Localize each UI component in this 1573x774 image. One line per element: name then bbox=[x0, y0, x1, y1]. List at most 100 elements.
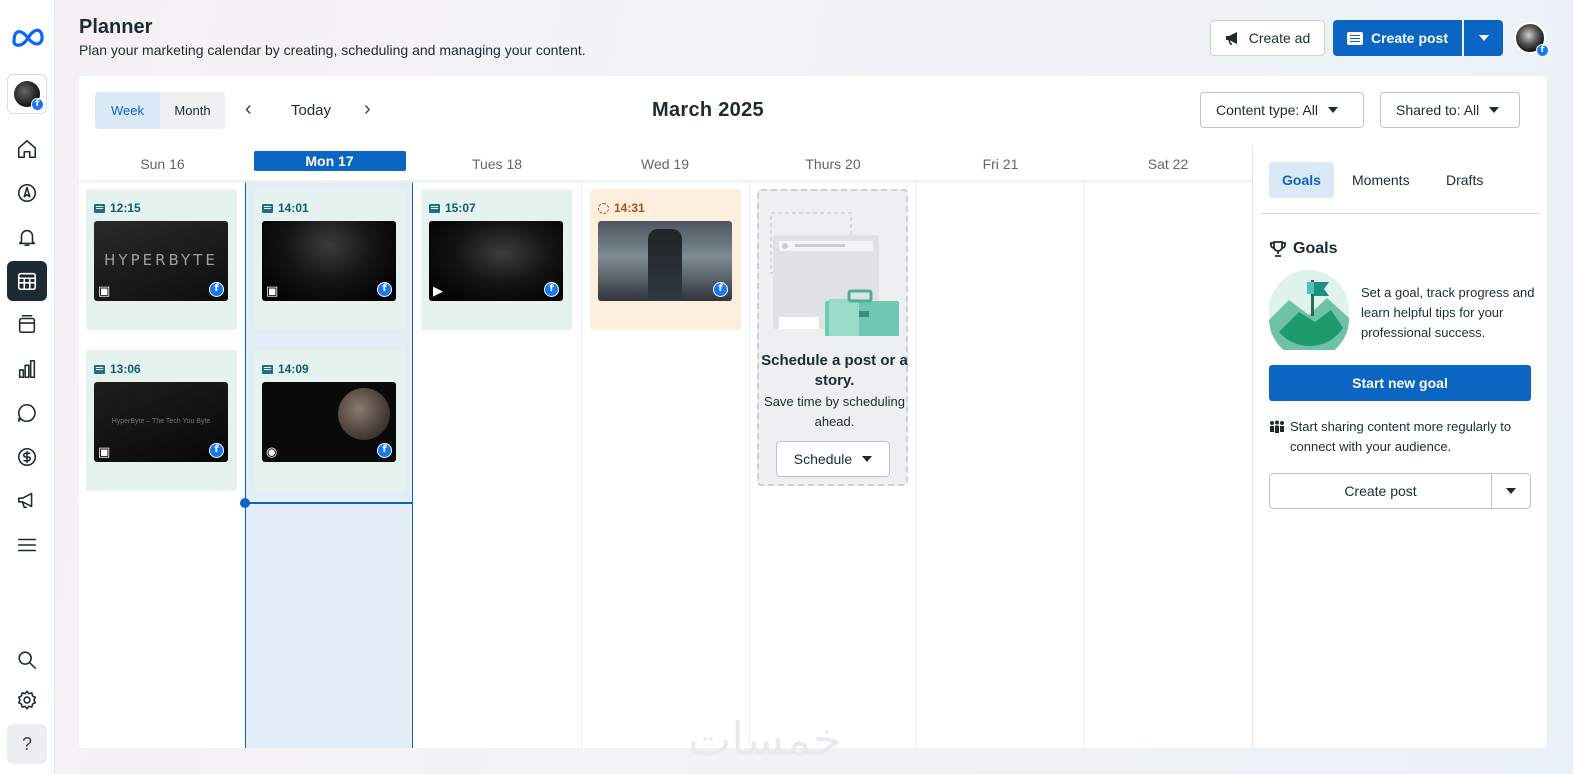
post-time: 12:15 bbox=[110, 201, 141, 215]
watermark-logo: خمسات bbox=[688, 712, 842, 766]
schedule-prompt-card: Schedule a post or a story. Save time by… bbox=[757, 189, 908, 486]
facebook-icon: f bbox=[377, 282, 392, 297]
month-view-button[interactable]: Month bbox=[160, 92, 225, 129]
left-navigation-rail: f ? bbox=[0, 0, 55, 774]
figure-silhouette bbox=[648, 229, 682, 301]
monetization-icon[interactable] bbox=[7, 437, 47, 477]
create-post-dropdown[interactable] bbox=[1464, 20, 1503, 56]
schedule-illustration bbox=[770, 212, 899, 336]
create-post-button[interactable]: Create post bbox=[1333, 20, 1462, 56]
schedule-prompt-text: Save time by scheduling ahead. bbox=[764, 394, 905, 429]
chevron-down-icon bbox=[1506, 488, 1516, 494]
post-time: 15:07 bbox=[445, 201, 476, 215]
facebook-icon: f bbox=[31, 98, 44, 111]
scheduled-post-card[interactable]: 13:06 HyperByte – The Tech You Byte ▣ f bbox=[86, 350, 237, 491]
day-header: Sat 22 bbox=[1147, 156, 1189, 172]
post-thumbnail: ▣ f bbox=[262, 221, 396, 301]
column-divider bbox=[1084, 182, 1085, 748]
planner-card: Week Month ‹ Today › March 2025 Content … bbox=[79, 76, 1547, 748]
facebook-icon: f bbox=[544, 282, 559, 297]
gear-icon[interactable] bbox=[7, 680, 47, 720]
create-post-label: Create post bbox=[1370, 30, 1449, 46]
panel-create-post-button[interactable]: Create post bbox=[1270, 474, 1492, 508]
bell-icon[interactable] bbox=[7, 217, 47, 257]
facebook-icon: f bbox=[713, 282, 728, 297]
post-icon bbox=[429, 203, 440, 213]
day-header: Sun 16 bbox=[140, 156, 185, 172]
trophy-icon bbox=[1270, 241, 1286, 257]
header-shadow bbox=[79, 180, 1252, 184]
facebook-icon: f bbox=[1536, 44, 1549, 57]
post-icon bbox=[94, 203, 105, 213]
shared-to-filter[interactable]: Shared to: All bbox=[1380, 92, 1520, 128]
side-panel: Goals Moments Drafts Goals Set a goal, t… bbox=[1252, 146, 1547, 748]
schedule-button[interactable]: Schedule bbox=[776, 441, 890, 477]
profile-avatar[interactable]: f bbox=[1514, 22, 1549, 57]
play-icon: ▶ bbox=[433, 283, 443, 298]
column-divider bbox=[581, 182, 582, 748]
processing-post-card[interactable]: 14:31 f bbox=[590, 189, 741, 330]
chevron-down-icon bbox=[1489, 107, 1500, 113]
goals-heading: Goals bbox=[1269, 240, 1337, 258]
column-divider bbox=[916, 182, 917, 748]
current-time-dot bbox=[240, 498, 250, 508]
day-header: Wed 19 bbox=[641, 156, 689, 172]
post-icon bbox=[1346, 31, 1363, 45]
facebook-icon: f bbox=[209, 443, 224, 458]
reel-icon: ◉ bbox=[266, 444, 278, 459]
panel-create-post: Create post bbox=[1269, 473, 1531, 509]
create-ad-label: Create ad bbox=[1248, 30, 1311, 46]
help-button[interactable]: ? bbox=[7, 724, 47, 764]
tab-goals[interactable]: Goals bbox=[1269, 162, 1334, 198]
inbox-icon[interactable] bbox=[7, 393, 47, 433]
scheduled-post-card[interactable]: 12:15 HYPERBYTE ▣ f bbox=[86, 189, 237, 330]
content-icon[interactable] bbox=[7, 304, 47, 344]
page-avatar[interactable]: f bbox=[7, 74, 47, 114]
post-thumbnail: ▶ f bbox=[429, 221, 563, 301]
tab-moments[interactable]: Moments bbox=[1339, 162, 1423, 198]
goal-tip-text: Start sharing content more regularly to … bbox=[1290, 419, 1512, 454]
create-ad-button[interactable]: Create ad bbox=[1210, 20, 1325, 56]
loading-icon bbox=[598, 202, 609, 214]
goal-tip: Start sharing content more regularly to … bbox=[1269, 417, 1539, 457]
scheduled-post-card[interactable]: 14:01 ▣ f bbox=[254, 189, 405, 330]
post-thumbnail: HYPERBYTE ▣ f bbox=[94, 221, 228, 301]
scheduled-post-card[interactable]: 15:07 ▶ f bbox=[421, 189, 572, 330]
crowd-icon bbox=[1270, 420, 1284, 433]
panel-create-post-dropdown[interactable] bbox=[1492, 474, 1530, 508]
calendar-icon[interactable] bbox=[7, 261, 47, 301]
chevron-right-icon[interactable]: › bbox=[364, 98, 371, 121]
chevron-left-icon[interactable]: ‹ bbox=[245, 98, 252, 121]
content-type-filter[interactable]: Content type: All bbox=[1200, 92, 1364, 128]
meta-logo[interactable] bbox=[10, 24, 46, 48]
post-icon bbox=[262, 203, 273, 213]
week-view-button[interactable]: Week bbox=[95, 92, 160, 129]
post-time: 13:06 bbox=[110, 362, 141, 376]
search-icon[interactable] bbox=[7, 640, 47, 680]
start-new-goal-button[interactable]: Start new goal bbox=[1269, 365, 1531, 401]
column-divider bbox=[749, 182, 750, 748]
chevron-down-icon bbox=[1478, 35, 1489, 41]
megaphone-icon bbox=[1225, 32, 1237, 45]
content-type-label: Content type: All bbox=[1216, 102, 1318, 118]
post-icon bbox=[262, 364, 273, 374]
thumbnail-tagline: HyperByte – The Tech You Byte bbox=[111, 418, 211, 425]
ads-icon[interactable] bbox=[7, 480, 47, 520]
home-icon[interactable] bbox=[7, 129, 47, 169]
schedule-prompt-title: Schedule a post or a story. bbox=[761, 352, 908, 389]
current-time-line bbox=[245, 502, 413, 504]
page-subtitle: Plan your marketing calendar by creating… bbox=[79, 42, 586, 58]
post-icon bbox=[94, 364, 105, 374]
view-switcher: Week Month bbox=[95, 92, 225, 129]
today-button[interactable]: Today bbox=[291, 102, 331, 119]
compass-icon[interactable] bbox=[7, 173, 47, 213]
thumbnail-brand: HYPERBYTE bbox=[104, 251, 218, 269]
photo-icon: ▣ bbox=[98, 283, 111, 298]
post-thumbnail: ◉ f bbox=[262, 382, 396, 462]
post-time: 14:31 bbox=[614, 201, 645, 215]
tab-drafts[interactable]: Drafts bbox=[1433, 162, 1496, 198]
insights-icon[interactable] bbox=[7, 349, 47, 389]
facebook-icon: f bbox=[377, 443, 392, 458]
scheduled-post-card[interactable]: 14:09 ◉ f bbox=[254, 350, 405, 491]
menu-icon[interactable] bbox=[7, 525, 47, 565]
